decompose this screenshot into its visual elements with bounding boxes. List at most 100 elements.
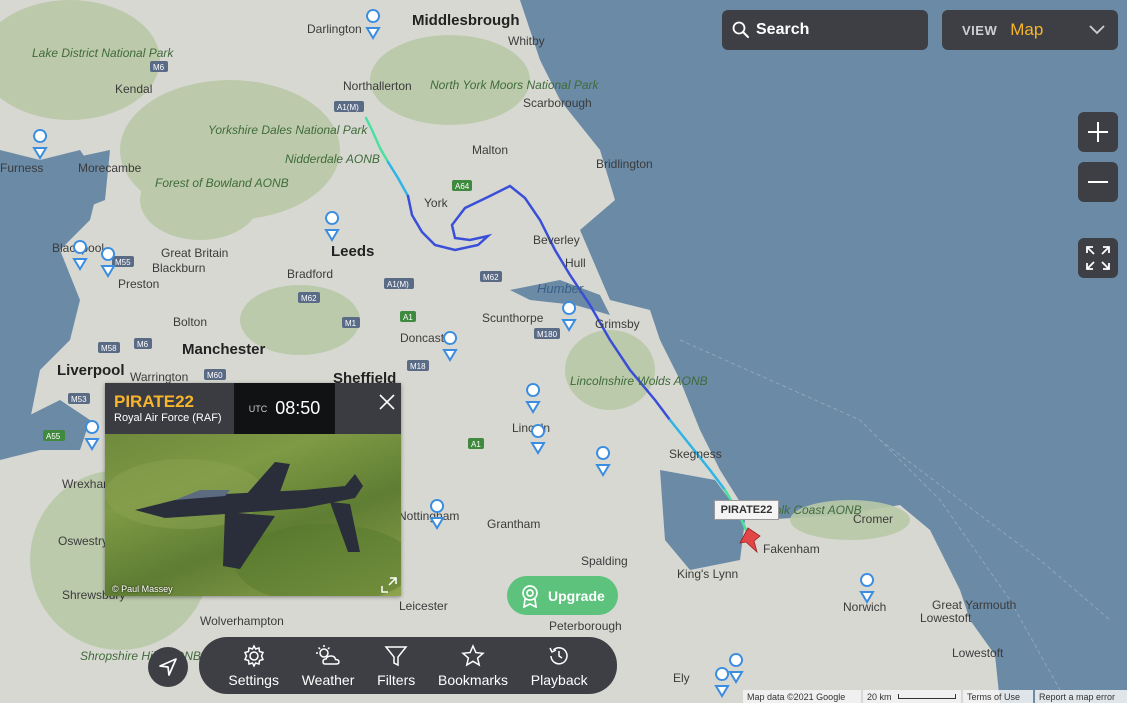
weather-icon: [316, 644, 340, 665]
svg-text:Ely: Ely: [673, 671, 690, 685]
flight-info-card[interactable]: PIRATE22 Royal Air Force (RAF) UTC 08:50…: [105, 383, 401, 596]
svg-text:Nidderdale AONB: Nidderdale AONB: [285, 152, 380, 166]
zoom-in-button[interactable]: [1078, 112, 1118, 152]
plus-icon: [1088, 122, 1108, 142]
svg-text:M180: M180: [537, 330, 558, 339]
flight-callsign: PIRATE22: [114, 392, 194, 411]
svg-text:Whitby: Whitby: [508, 34, 545, 48]
svg-text:Manchester: Manchester: [182, 341, 266, 358]
nav-weather-label: Weather: [301, 671, 355, 688]
gear-icon: [243, 643, 264, 668]
svg-text:Spalding: Spalding: [581, 554, 628, 568]
svg-text:Blackburn: Blackburn: [152, 261, 205, 275]
svg-text:M18: M18: [410, 362, 426, 371]
svg-text:M60: M60: [207, 371, 223, 380]
nav-weather[interactable]: Weather: [301, 644, 355, 688]
svg-text:Northallerton: Northallerton: [343, 79, 412, 93]
upgrade-label: Upgrade: [548, 587, 605, 604]
svg-text:Wolverhampton: Wolverhampton: [200, 614, 284, 628]
nav-filters-label: Filters: [377, 671, 416, 688]
zoom-out-button[interactable]: [1078, 162, 1118, 202]
svg-text:Grimsby: Grimsby: [595, 317, 640, 331]
time-value: 08:50: [275, 398, 321, 418]
svg-text:Norwich: Norwich: [843, 600, 886, 614]
view-selector[interactable]: VIEW Map: [942, 10, 1118, 50]
search-box[interactable]: Search: [722, 10, 928, 50]
nav-bookmarks-label: Bookmarks: [438, 671, 509, 688]
map-data-attribution: Map data ©2021 Google: [743, 690, 861, 703]
nav-playback[interactable]: Playback: [531, 644, 588, 688]
nav-settings-label: Settings: [228, 671, 279, 688]
svg-text:Great Yarmouth: Great Yarmouth: [932, 598, 1016, 612]
svg-text:A64: A64: [455, 182, 470, 191]
view-value: Map: [1010, 20, 1044, 39]
aircraft-photo[interactable]: © Paul Massey: [105, 434, 401, 596]
svg-text:Furness: Furness: [0, 161, 43, 175]
svg-text:Forest of Bowland AONB: Forest of Bowland AONB: [155, 176, 289, 190]
svg-text:North York Moors National Park: North York Moors National Park: [430, 78, 600, 92]
svg-text:Great Britain: Great Britain: [161, 246, 228, 260]
svg-text:Leeds: Leeds: [331, 243, 374, 260]
minus-icon: [1088, 181, 1108, 183]
svg-text:Humber: Humber: [537, 281, 584, 296]
svg-text:Middlesbrough: Middlesbrough: [412, 12, 520, 29]
svg-text:Liverpool: Liverpool: [57, 362, 125, 379]
svg-text:Peterborough: Peterborough: [549, 619, 622, 633]
svg-text:M62: M62: [483, 273, 499, 282]
star-icon: [461, 643, 485, 667]
nav-playback-label: Playback: [530, 671, 588, 688]
svg-text:M53: M53: [71, 395, 87, 404]
svg-text:M6: M6: [137, 340, 149, 349]
svg-text:Bridlington: Bridlington: [596, 157, 653, 171]
jet-illustration: [105, 459, 401, 596]
svg-text:Yorkshire Dales National Park: Yorkshire Dales National Park: [208, 123, 368, 137]
locate-me-button[interactable]: [148, 647, 188, 687]
report-error-link[interactable]: Report a map error: [1035, 690, 1127, 703]
expand-photo-icon[interactable]: [381, 577, 397, 593]
svg-text:Leicester: Leicester: [399, 599, 448, 613]
svg-text:Morecambe: Morecambe: [78, 161, 142, 175]
svg-text:Fakenham: Fakenham: [763, 542, 820, 556]
svg-text:Warrington: Warrington: [130, 370, 188, 384]
flight-card-header: PIRATE22 Royal Air Force (RAF) UTC 08:50: [105, 383, 401, 434]
scale-bar: 20 km: [863, 690, 961, 703]
fullscreen-button[interactable]: [1078, 238, 1118, 278]
svg-text:Lincolnshire Wolds AONB: Lincolnshire Wolds AONB: [570, 374, 708, 388]
nav-filters[interactable]: Filters: [377, 644, 415, 688]
svg-text:M55: M55: [115, 258, 131, 267]
nav-settings[interactable]: Settings: [228, 643, 279, 688]
svg-text:Lake District National Park: Lake District National Park: [32, 46, 174, 60]
filter-icon: [384, 645, 408, 666]
svg-text:Preston: Preston: [118, 277, 159, 291]
svg-text:M1: M1: [345, 319, 357, 328]
svg-text:A1(M): A1(M): [337, 103, 359, 112]
close-icon[interactable]: [376, 391, 398, 413]
svg-text:Scunthorpe: Scunthorpe: [482, 311, 544, 325]
bottom-toolbar: Settings Weather Filters Bookmarks Playb…: [199, 637, 617, 694]
fullscreen-icon: [1086, 246, 1110, 270]
nav-bookmarks[interactable]: Bookmarks: [438, 643, 509, 688]
timezone-label: UTC: [248, 403, 268, 414]
svg-text:Bolton: Bolton: [173, 315, 207, 329]
svg-text:A1(M): A1(M): [387, 280, 409, 289]
svg-text:King's Lynn: King's Lynn: [677, 567, 738, 581]
svg-text:Skegness: Skegness: [669, 447, 722, 461]
svg-text:A1: A1: [403, 313, 413, 322]
svg-text:Hull: Hull: [565, 256, 586, 270]
search-icon: [732, 21, 749, 38]
award-icon: [522, 584, 538, 608]
aircraft-label[interactable]: PIRATE22: [714, 500, 779, 520]
svg-text:York: York: [424, 196, 449, 210]
svg-text:A1: A1: [471, 440, 481, 449]
search-label: Search: [756, 21, 810, 38]
view-label: VIEW: [962, 22, 998, 38]
scale-line: [897, 694, 956, 699]
svg-text:Kendal: Kendal: [115, 82, 152, 96]
svg-text:Lowestoft: Lowestoft: [952, 646, 1004, 660]
scale-label: 20 km: [867, 691, 892, 702]
terms-link[interactable]: Terms of Use: [963, 690, 1033, 703]
chevron-down-icon: [1089, 25, 1105, 35]
upgrade-button[interactable]: Upgrade: [507, 576, 618, 615]
flight-airline: Royal Air Force (RAF): [114, 412, 222, 424]
svg-text:M62: M62: [301, 294, 317, 303]
